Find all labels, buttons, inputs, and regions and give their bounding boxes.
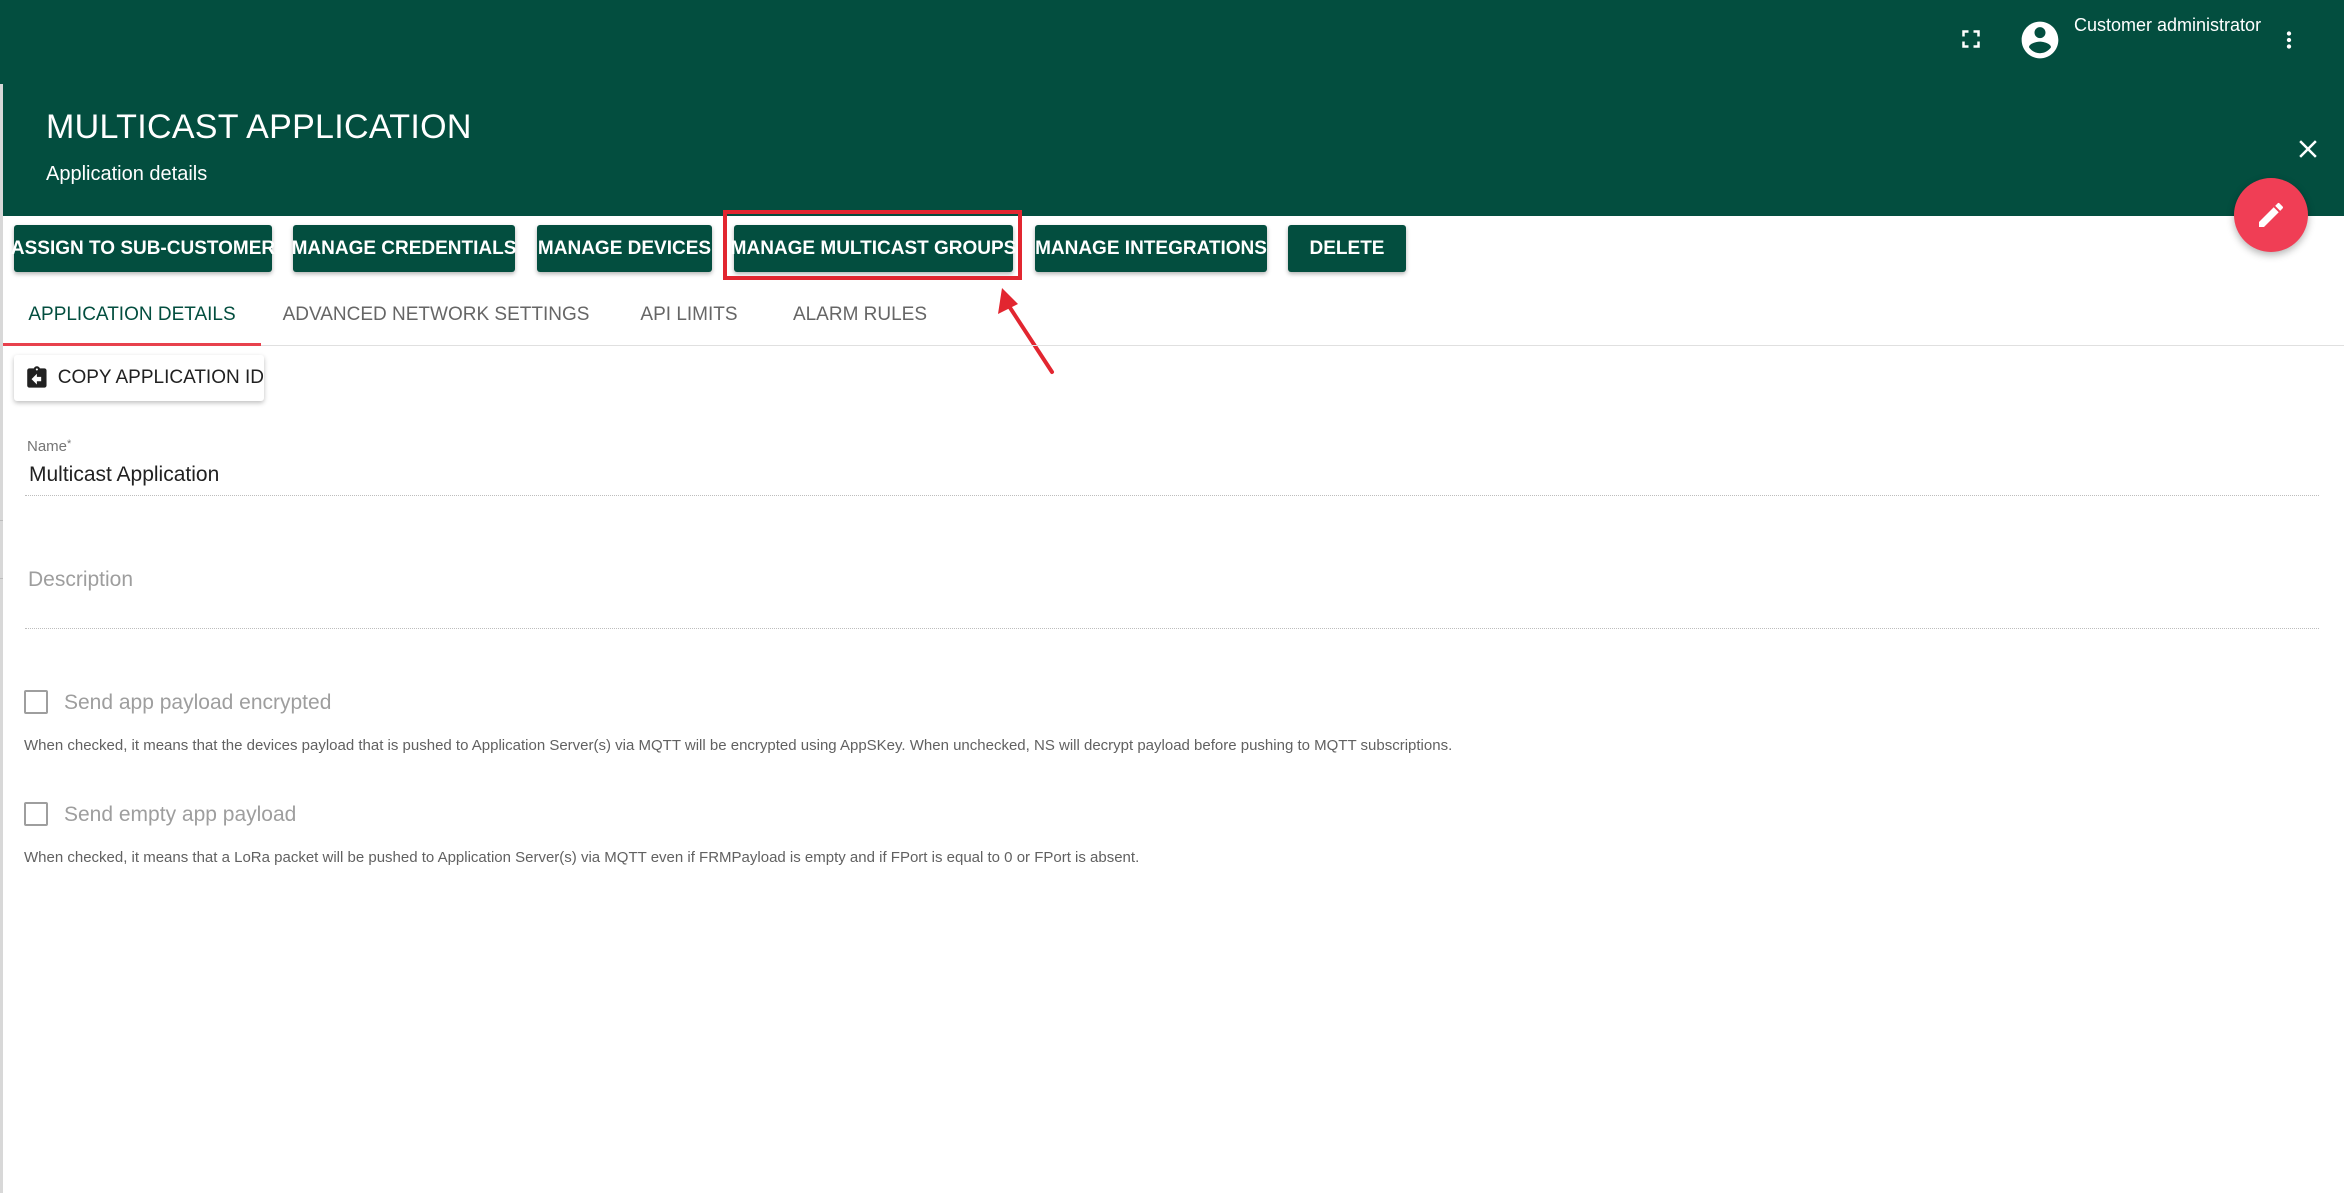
tab-application-details[interactable]: APPLICATION DETAILS	[3, 284, 261, 345]
manage-credentials-button[interactable]: MANAGE CREDENTIALS	[292, 225, 516, 272]
tab-advanced-network-settings[interactable]: ADVANCED NETWORK SETTINGS	[271, 284, 601, 345]
user-name[interactable]: Customer administrator	[2074, 15, 2261, 36]
send-empty-app-payload-checkbox[interactable]	[24, 802, 48, 826]
details-header	[3, 84, 2344, 216]
tab-label: ALARM RULES	[792, 303, 928, 325]
account-circle-icon	[2021, 21, 2059, 59]
page-title: MULTICAST APPLICATION	[46, 108, 472, 146]
close-button[interactable]	[2293, 134, 2323, 164]
send-app-payload-encrypted-checkbox[interactable]	[24, 690, 48, 714]
clipboard-arrow-left-icon	[27, 366, 47, 388]
delete-button[interactable]: DELETE	[1288, 225, 1406, 272]
user-avatar[interactable]	[2018, 18, 2062, 62]
active-tab-indicator	[3, 343, 261, 346]
send-app-payload-encrypted-label[interactable]: Send app payload encrypted	[64, 691, 331, 715]
manage-integrations-button[interactable]: MANAGE INTEGRATIONS	[1035, 225, 1267, 272]
edge-tick	[0, 578, 3, 579]
annotation-highlight-box	[723, 210, 1022, 280]
fullscreen-button[interactable]	[1956, 24, 1986, 54]
page-subtitle: Application details	[46, 163, 208, 185]
top-toolbar: Customer administrator	[0, 0, 2344, 84]
send-app-payload-encrypted-hint: When checked, it means that the devices …	[24, 737, 1453, 754]
edge-tick	[0, 520, 3, 521]
tab-api-limits[interactable]: API LIMITS	[617, 284, 761, 345]
more-vert-icon	[2286, 31, 2292, 49]
manage-devices-button[interactable]: MANAGE DEVICES	[537, 225, 712, 272]
copy-application-id-button[interactable]: COPY APPLICATION ID	[14, 355, 264, 401]
assign-to-sub-customer-button[interactable]: ASSIGN TO SUB-CUSTOMER	[11, 225, 275, 272]
tab-label: API LIMITS	[640, 303, 738, 325]
description-input[interactable]: Description	[28, 568, 133, 592]
tab-alarm-rules[interactable]: ALARM RULES	[777, 284, 943, 345]
name-label-text: Name	[27, 438, 68, 455]
tab-bar: APPLICATION DETAILS ADVANCED NETWORK SET…	[3, 284, 2344, 346]
fullscreen-icon	[1962, 30, 1980, 48]
name-field-label: Name*	[27, 438, 71, 455]
edit-pencil-icon	[2259, 202, 2284, 227]
tab-label: APPLICATION DETAILS	[28, 303, 236, 325]
copy-application-id-label: COPY APPLICATION ID	[57, 367, 264, 388]
description-input-underline	[25, 628, 2319, 629]
close-icon	[2299, 140, 2317, 158]
name-input-underline	[25, 495, 2319, 496]
edit-button[interactable]	[2234, 178, 2308, 252]
required-mark: *	[67, 438, 72, 450]
name-input[interactable]: Multicast Application	[29, 463, 219, 487]
left-edge-divider	[0, 84, 3, 1193]
tab-label: ADVANCED NETWORK SETTINGS	[282, 303, 590, 325]
send-empty-app-payload-label[interactable]: Send empty app payload	[64, 803, 296, 827]
more-menu-button[interactable]	[2276, 22, 2302, 58]
send-empty-app-payload-hint: When checked, it means that a LoRa packe…	[24, 849, 1140, 866]
